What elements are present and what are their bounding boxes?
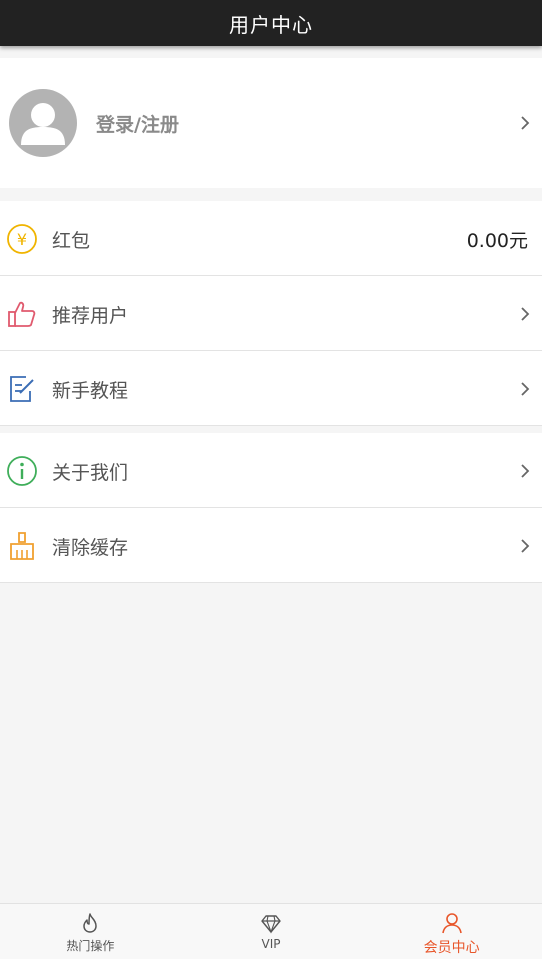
avatar	[9, 89, 77, 157]
tab-label: 会员中心	[423, 940, 480, 956]
menu-group-1: ¥ 红包 0.00元 推荐用户 新手教程	[0, 201, 542, 426]
login-register-row[interactable]: 登录/注册	[0, 58, 542, 188]
tab-hot-operations[interactable]: 热门操作	[0, 904, 181, 959]
tab-vip[interactable]: VIP	[181, 904, 362, 959]
diamond-icon	[261, 915, 281, 934]
menu-item-label: 推荐用户	[52, 305, 129, 327]
login-register-label: 登录/注册	[96, 114, 179, 136]
edit-document-icon	[10, 376, 34, 402]
user-icon	[441, 913, 462, 934]
menu-item-recommend-user[interactable]: 推荐用户	[0, 276, 542, 351]
menu-group-2: 关于我们 清除缓存	[0, 433, 542, 583]
header-bar: 用户中心	[0, 0, 542, 46]
chevron-right-icon	[521, 539, 530, 553]
menu-item-label: 新手教程	[52, 380, 129, 402]
red-packet-balance: 0.00元	[466, 230, 528, 252]
chevron-right-icon	[521, 382, 530, 396]
menu-item-tutorial[interactable]: 新手教程	[0, 351, 542, 426]
chevron-right-icon	[521, 116, 530, 130]
svg-text:¥: ¥	[17, 230, 27, 249]
tab-member-center[interactable]: 会员中心	[361, 904, 542, 959]
default-user-icon	[21, 103, 65, 145]
broom-icon	[10, 532, 34, 560]
flame-icon	[83, 913, 98, 933]
menu-item-label: 红包	[52, 230, 91, 252]
page-title: 用户中心	[229, 12, 313, 37]
chevron-right-icon	[521, 464, 530, 478]
menu-item-red-packet[interactable]: ¥ 红包 0.00元	[0, 201, 542, 276]
menu-item-label: 清除缓存	[52, 537, 129, 559]
yen-coin-icon: ¥	[7, 224, 37, 254]
thumbs-up-icon	[8, 301, 36, 327]
menu-item-clear-cache[interactable]: 清除缓存	[0, 508, 542, 583]
bottom-tab-bar: 热门操作 VIP 会员中心	[0, 903, 542, 959]
tab-label: 热门操作	[66, 939, 115, 953]
menu-item-label: 关于我们	[52, 462, 129, 484]
tab-label: VIP	[261, 937, 281, 951]
chevron-right-icon	[521, 307, 530, 321]
info-circle-icon	[7, 456, 37, 486]
menu-item-about-us[interactable]: 关于我们	[0, 433, 542, 508]
